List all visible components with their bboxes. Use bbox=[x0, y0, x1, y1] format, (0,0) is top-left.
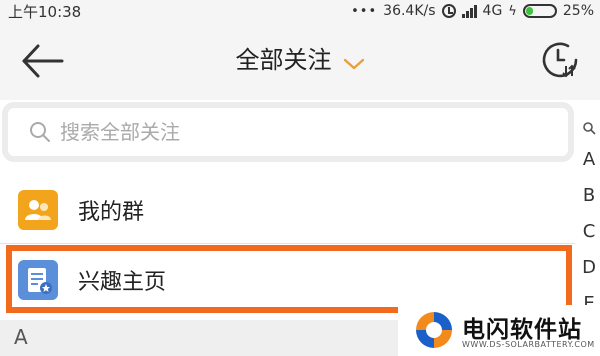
battery-icon bbox=[522, 4, 557, 18]
brand-logo-icon bbox=[416, 312, 452, 348]
signal-icon bbox=[461, 4, 477, 18]
highlight-box bbox=[6, 245, 572, 313]
index-letter-c[interactable]: C bbox=[578, 214, 600, 250]
index-letter-a[interactable]: A bbox=[578, 142, 600, 178]
search-box[interactable] bbox=[8, 108, 568, 156]
index-search-icon[interactable] bbox=[578, 120, 600, 142]
search-input[interactable] bbox=[60, 108, 540, 156]
section-letter: A bbox=[14, 325, 28, 349]
group-icon bbox=[18, 190, 58, 230]
status-bar: 上午10:38 ••• 36.4K/s 4G ϟ 25% bbox=[0, 0, 600, 22]
status-time: 上午10:38 bbox=[8, 3, 82, 21]
title-dropdown[interactable]: 全部关注 bbox=[0, 40, 600, 75]
status-indicators: ••• 36.4K/s 4G ϟ 25% bbox=[351, 1, 594, 21]
search-icon bbox=[30, 122, 50, 142]
watermark-name: 电闪软件站 bbox=[462, 317, 582, 343]
page-title: 全部关注 bbox=[235, 46, 332, 74]
index-letter-d[interactable]: D bbox=[578, 250, 600, 286]
battery-percent: 25% bbox=[562, 3, 594, 19]
chevron-down-icon bbox=[343, 58, 364, 69]
header: 全部关注 bbox=[0, 22, 600, 100]
history-clock-icon bbox=[542, 42, 578, 78]
index-letter-b[interactable]: B bbox=[578, 178, 600, 214]
battery-fill bbox=[525, 7, 533, 15]
network-type: 4G bbox=[482, 3, 503, 19]
watermark-domain: WWW.DS-SOLARBATTERY.COM bbox=[462, 340, 595, 349]
list-item-label: 我的群 bbox=[78, 200, 145, 225]
list-item-my-groups[interactable]: 我的群 bbox=[0, 180, 575, 240]
network-speed: 36.4K/s bbox=[383, 3, 436, 19]
divider bbox=[0, 243, 575, 244]
more-dots-icon: ••• bbox=[351, 3, 378, 19]
alphabet-index-bar[interactable]: A B C D E bbox=[578, 120, 600, 322]
search-icon bbox=[583, 122, 596, 135]
watermark: 电闪软件站 WWW.DS-SOLARBATTERY.COM bbox=[398, 305, 600, 356]
charging-icon: ϟ bbox=[508, 3, 517, 19]
alarm-icon bbox=[441, 4, 456, 18]
history-button[interactable] bbox=[538, 38, 582, 82]
